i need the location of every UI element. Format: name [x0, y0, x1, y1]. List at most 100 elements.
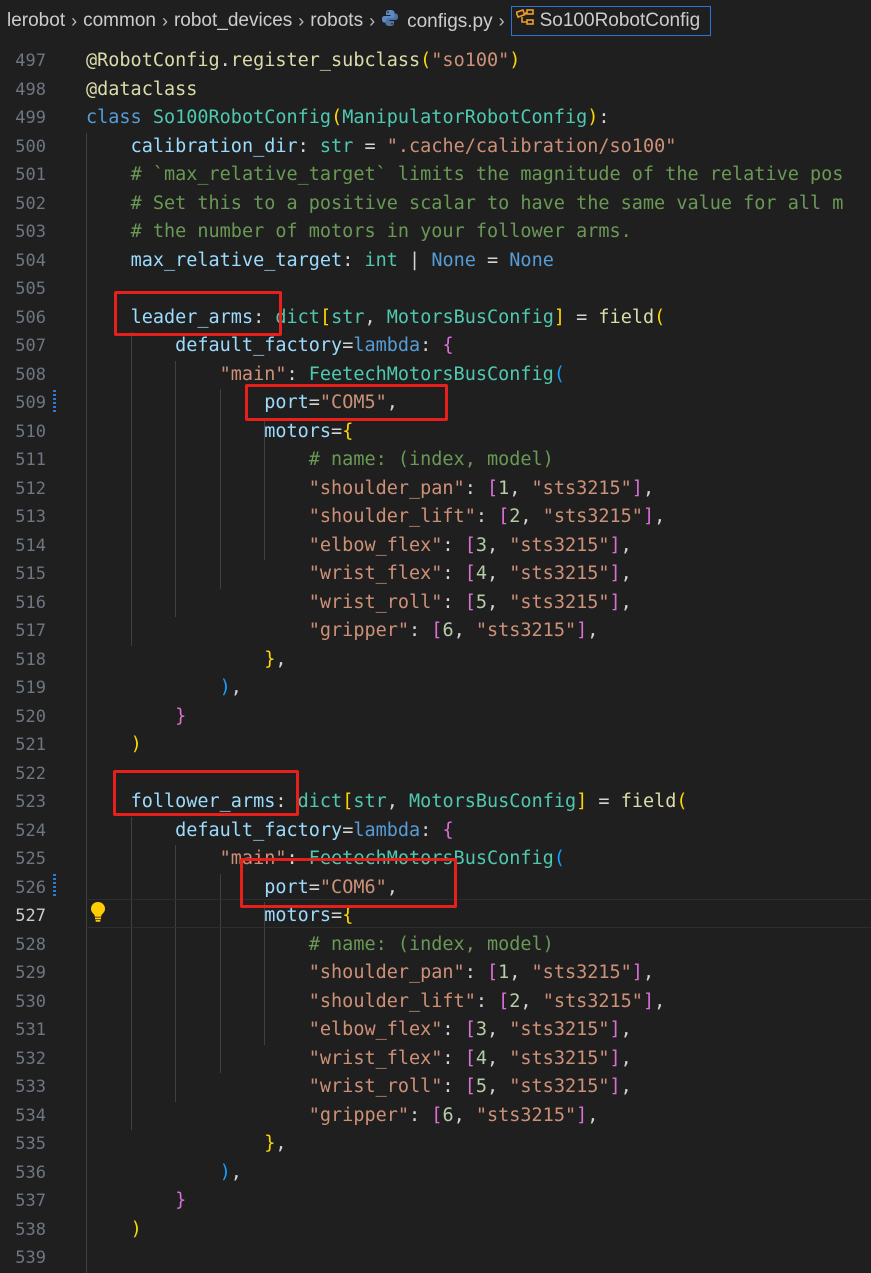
code-line[interactable]: 538 ) — [0, 1216, 871, 1245]
code-line[interactable]: 539 — [0, 1244, 871, 1273]
line-number: 539 — [15, 1248, 46, 1268]
code-line[interactable]: 524 default_factory=lambda: { — [0, 817, 871, 846]
code-line[interactable]: 497 @RobotConfig.register_subclass("so100… — [0, 47, 871, 76]
code-line[interactable]: 517 "gripper": [6, "sts3215"], — [0, 617, 871, 646]
code-line[interactable]: 534 "gripper": [6, "sts3215"], — [0, 1102, 871, 1131]
code-line[interactable]: 501 # `max_relative_target` limits the m… — [0, 161, 871, 190]
code-token: , — [620, 1019, 632, 1040]
line-number: 497 — [15, 51, 46, 71]
code-text: } — [86, 703, 186, 732]
code-token: "sts3215" — [475, 620, 577, 641]
code-line[interactable]: 528 # name: (index, model) — [0, 931, 871, 960]
code-token: [ — [464, 1076, 476, 1097]
code-line[interactable]: 507 default_factory=lambda: { — [0, 332, 871, 361]
code-token: ] — [642, 990, 655, 1012]
code-text: "shoulder_pan": [1, "sts3215"], — [86, 959, 654, 988]
line-number: 535 — [15, 1134, 46, 1154]
code-token: : — [442, 1019, 465, 1040]
breadcrumb-item-symbol[interactable]: So100RobotConfig — [510, 6, 712, 36]
code-text: "elbow_flex": [3, "sts3215"], — [86, 1016, 632, 1045]
line-number: 533 — [15, 1077, 46, 1097]
line-number: 500 — [15, 136, 46, 157]
code-line[interactable]: 535 }, — [0, 1130, 871, 1159]
breadcrumb-item-file[interactable]: configs.py — [379, 9, 495, 33]
code-line[interactable]: 508 "main": FeetechMotorsBusConfig( — [0, 361, 871, 390]
code-editor[interactable]: 497 @RobotConfig.register_subclass("so100… — [0, 44, 871, 1273]
code-line[interactable]: 532 "wrist_flex": [4, "sts3215"], — [0, 1045, 871, 1074]
code-line[interactable]: 514 "elbow_flex": [3, "sts3215"], — [0, 532, 871, 561]
code-token: = — [475, 249, 510, 271]
code-token: ) — [219, 677, 231, 698]
code-token: , — [520, 990, 543, 1012]
code-line[interactable]: 499 class So100RobotConfig(ManipulatorRob… — [0, 104, 871, 133]
code-line[interactable]: 498 @dataclass — [0, 76, 871, 105]
code-token: , — [386, 791, 410, 812]
code-token: ] — [609, 1019, 621, 1040]
code-line[interactable]: 505 — [0, 275, 871, 304]
code-line[interactable]: 510 motors={ — [0, 418, 871, 447]
breadcrumb-item-robots[interactable]: robots — [308, 10, 365, 32]
breadcrumb-item-common[interactable]: common — [81, 10, 158, 32]
code-line[interactable]: 506 leader_arms: dict[str, MotorsBusConf… — [0, 304, 871, 333]
code-token: ( — [553, 363, 565, 385]
code-line[interactable]: 515 "wrist_flex": [4, "sts3215"], — [0, 560, 871, 589]
code-line[interactable]: 511 # name: (index, model) — [0, 446, 871, 475]
code-line[interactable]: 537 } — [0, 1187, 871, 1216]
code-token: , — [453, 620, 476, 641]
code-line[interactable]: 531 "elbow_flex": [3, "sts3215"], — [0, 1016, 871, 1045]
code-token: 4 — [475, 563, 487, 584]
code-text: port="COM5", — [86, 389, 398, 418]
code-line[interactable]: 536 ), — [0, 1159, 871, 1188]
code-line[interactable]: 529 "shoulder_pan": [1, "sts3215"], — [0, 959, 871, 988]
code-line[interactable]: 525 "main": FeetechMotorsBusConfig( — [0, 845, 871, 874]
line-number: 512 — [15, 478, 46, 499]
code-line[interactable]: 502 # Set this to a positive scalar to h… — [0, 190, 871, 219]
code-line[interactable]: 523 follower_arms: dict[str, MotorsBusCo… — [0, 788, 871, 817]
breadcrumb-item-robot-devices[interactable]: robot_devices — [172, 10, 294, 32]
code-line[interactable]: 512 "shoulder_pan": [1, "sts3215"], — [0, 475, 871, 504]
code-token: "wrist_flex" — [308, 563, 443, 584]
code-token: : — [442, 591, 465, 613]
code-token: field — [620, 791, 677, 812]
code-line[interactable]: 500 calibration_dir: str = ".cache/calib… — [0, 133, 871, 162]
code-line[interactable]: 520 } — [0, 703, 871, 732]
code-token: : — [475, 990, 499, 1012]
code-line[interactable]: 516 "wrist_roll": [5, "sts3215"], — [0, 589, 871, 618]
line-number: 527 — [15, 906, 46, 926]
code-line[interactable]: 527 motors={ — [0, 902, 871, 931]
code-token: "sts3215" — [531, 477, 632, 499]
code-line[interactable]: 526 port="COM6", — [0, 874, 871, 903]
code-token: , — [620, 1047, 632, 1069]
code-token: # Set this to a positive scalar to have … — [130, 192, 844, 214]
code-line[interactable]: 504 max_relative_target: int | None = No… — [0, 247, 871, 276]
code-line[interactable]: 522 — [0, 760, 871, 789]
code-token: ] — [609, 563, 621, 584]
code-line[interactable]: 521 ) — [0, 731, 871, 760]
code-line[interactable]: 503 # the number of motors in your follo… — [0, 218, 871, 247]
code-token: ] — [553, 306, 565, 328]
code-line[interactable]: 530 "shoulder_lift": [2, "sts3215"], — [0, 988, 871, 1017]
code-line[interactable]: 509 port="COM5", — [0, 389, 871, 418]
breadcrumb-item-lerobot[interactable]: lerobot — [0, 10, 67, 32]
code-token: "gripper" — [308, 620, 410, 641]
code-line[interactable]: 533 "wrist_roll": [5, "sts3215"], — [0, 1073, 871, 1102]
code-token: , — [642, 962, 655, 983]
code-text: "wrist_flex": [4, "sts3215"], — [86, 560, 632, 589]
code-token: ( — [676, 791, 688, 812]
code-token: , — [364, 306, 387, 328]
code-line[interactable]: 518 }, — [0, 646, 871, 675]
code-token: , — [486, 563, 510, 584]
code-token: "sts3215" — [509, 1047, 610, 1069]
code-text: "gripper": [6, "sts3215"], — [86, 1102, 599, 1131]
code-line[interactable]: 513 "shoulder_lift": [2, "sts3215"], — [0, 503, 871, 532]
code-token: = — [342, 335, 354, 356]
code-text: "shoulder_lift": [2, "sts3215"], — [86, 503, 665, 532]
code-text: default_factory=lambda: { — [86, 332, 453, 361]
code-line[interactable]: 519 ), — [0, 674, 871, 703]
code-text: # name: (index, model) — [86, 931, 554, 960]
